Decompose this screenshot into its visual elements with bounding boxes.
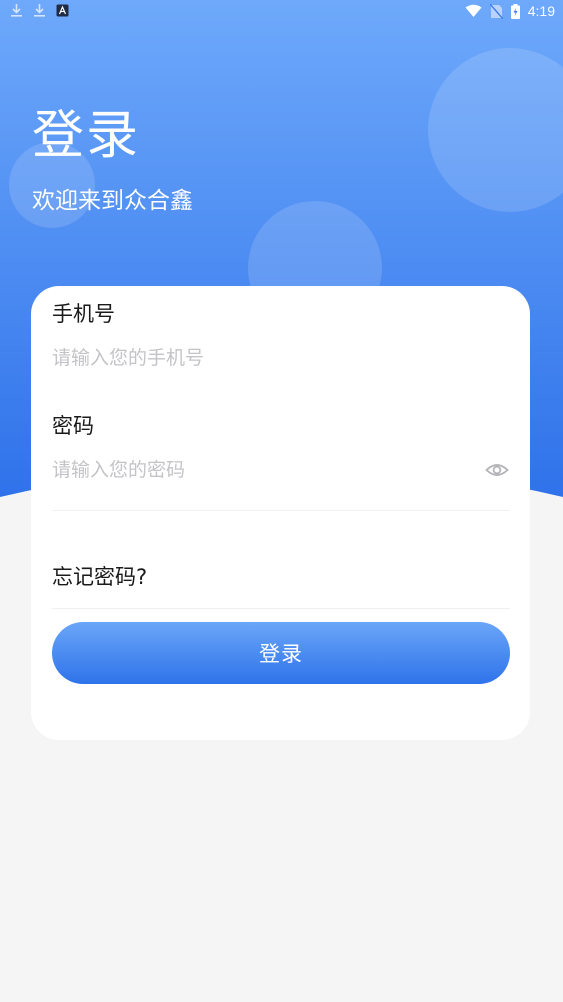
battery-icon	[510, 3, 520, 19]
phone-label: 手机号	[52, 302, 115, 326]
phone-input[interactable]	[52, 343, 472, 373]
app-a-icon	[56, 4, 69, 17]
password-input[interactable]	[52, 455, 472, 485]
no-sim-icon	[489, 3, 503, 19]
eye-icon[interactable]	[485, 458, 509, 482]
password-label: 密码	[52, 414, 94, 438]
login-card: 手机号 密码 忘记密码? 登录	[31, 286, 530, 740]
download-icon	[33, 3, 46, 17]
page-title: 登录	[32, 106, 141, 166]
wifi-icon	[465, 4, 482, 18]
status-bar: 4:19	[0, 0, 563, 24]
divider	[52, 608, 510, 609]
login-button[interactable]: 登录	[52, 622, 510, 684]
welcome-subtitle: 欢迎来到众合鑫	[32, 188, 193, 214]
download-icon	[10, 3, 23, 17]
divider	[52, 510, 510, 511]
status-time: 4:19	[527, 3, 555, 19]
forgot-password-link[interactable]: 忘记密码?	[52, 567, 147, 588]
